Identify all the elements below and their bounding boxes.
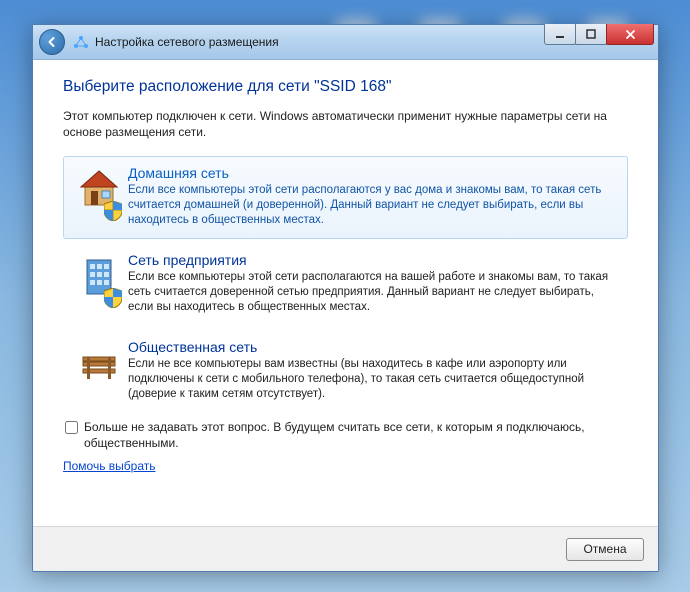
help-link[interactable]: Помочь выбрать [63, 459, 156, 473]
content-area: Выберите расположение для сети "SSID 168… [33, 60, 658, 526]
option-public-title: Общественная сеть [128, 339, 617, 355]
page-heading: Выберите расположение для сети "SSID 168… [63, 78, 628, 96]
minimize-button[interactable] [544, 24, 576, 45]
bench-icon [74, 339, 124, 402]
close-icon [625, 29, 636, 40]
cancel-button[interactable]: Отмена [566, 538, 644, 561]
home-icon [74, 165, 124, 228]
option-home-desc: Если все компьютеры этой сети располагаю… [128, 183, 617, 228]
shield-icon [104, 201, 122, 224]
option-public-network[interactable]: Общественная сеть Если не все компьютеры… [63, 330, 628, 413]
back-button[interactable] [39, 29, 65, 55]
option-public-desc: Если не все компьютеры вам известны (вы … [128, 357, 617, 402]
page-intro: Этот компьютер подключен к сети. Windows… [63, 108, 628, 140]
network-icon [73, 34, 89, 50]
option-home-network[interactable]: Домашняя сеть Если все компьютеры этой с… [63, 156, 628, 239]
maximize-button[interactable] [575, 24, 607, 45]
maximize-icon [586, 29, 596, 39]
arrow-left-icon [46, 36, 58, 48]
titlebar: Настройка сетевого размещения [33, 25, 658, 60]
dialog-window: Настройка сетевого размещения Выберите р… [32, 24, 659, 572]
option-work-network[interactable]: Сеть предприятия Если все компьютеры это… [63, 243, 628, 326]
shield-icon [104, 288, 122, 311]
option-work-title: Сеть предприятия [128, 252, 617, 268]
minimize-icon [555, 29, 565, 39]
dont-ask-row[interactable]: Больше не задавать этот вопрос. В будуще… [63, 419, 628, 451]
option-work-desc: Если все компьютеры этой сети располагаю… [128, 270, 617, 315]
option-home-title: Домашняя сеть [128, 165, 617, 181]
footer: Отмена [33, 526, 658, 571]
close-button[interactable] [606, 24, 654, 45]
window-controls [545, 24, 654, 45]
dont-ask-label: Больше не задавать этот вопрос. В будуще… [84, 419, 628, 451]
building-icon [74, 252, 124, 315]
window-title: Настройка сетевого размещения [95, 35, 279, 49]
dont-ask-checkbox[interactable] [65, 421, 78, 434]
